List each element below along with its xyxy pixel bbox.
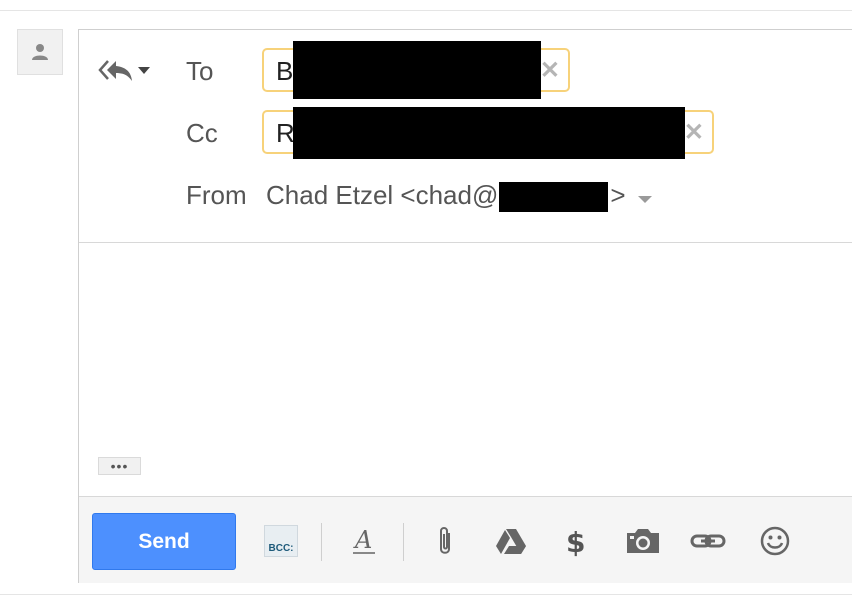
to-recipient-chip[interactable]: B ✕ <box>262 41 570 99</box>
show-trimmed-content-button[interactable]: ••• <box>98 457 141 475</box>
drive-icon[interactable] <box>493 523 529 559</box>
person-icon <box>32 44 48 60</box>
avatar <box>17 29 63 75</box>
money-icon[interactable]: $ <box>558 523 594 559</box>
attach-icon[interactable] <box>427 523 463 559</box>
remove-recipient-icon[interactable]: ✕ <box>540 56 560 85</box>
from-value-suffix: > <box>610 180 626 210</box>
toolbar-separator <box>321 523 322 561</box>
cc-recipient-text: R <box>276 118 295 148</box>
chevron-down-icon[interactable] <box>638 196 652 203</box>
reply-all-icon <box>98 60 132 81</box>
to-recipient-text: B <box>276 56 294 86</box>
from-label: From <box>186 180 247 210</box>
send-button[interactable]: Send <box>92 513 236 570</box>
bcc-label: BCC: <box>268 543 294 554</box>
redaction-block <box>293 41 541 99</box>
svg-text:A: A <box>353 526 372 554</box>
format-text-icon[interactable]: A <box>346 523 382 559</box>
compose-panel: To B ✕ Cc R ✕ From Chad Etzel <chad@ > ••… <box>78 29 852 583</box>
to-label: To <box>186 56 214 86</box>
from-value-prefix: Chad Etzel <chad@ <box>266 180 499 210</box>
top-rule <box>0 10 852 11</box>
reply-type-button[interactable] <box>97 58 151 82</box>
camera-icon[interactable] <box>625 523 661 559</box>
bcc-extension-button[interactable]: BCC: <box>264 525 298 557</box>
emoji-icon[interactable] <box>757 523 793 559</box>
toolbar-separator <box>403 523 404 561</box>
bottom-rule <box>0 594 852 595</box>
cc-recipient-chip[interactable]: R ✕ <box>262 107 714 159</box>
message-body[interactable] <box>79 243 852 443</box>
chevron-down-icon <box>138 67 150 74</box>
link-icon[interactable] <box>690 523 726 559</box>
remove-recipient-icon[interactable]: ✕ <box>684 118 704 147</box>
svg-text:$: $ <box>566 526 585 557</box>
compose-toolbar: Send BCC: A $ <box>79 496 852 583</box>
redaction-block <box>293 107 685 159</box>
cc-label: Cc <box>186 118 218 148</box>
redaction-block <box>499 182 608 212</box>
